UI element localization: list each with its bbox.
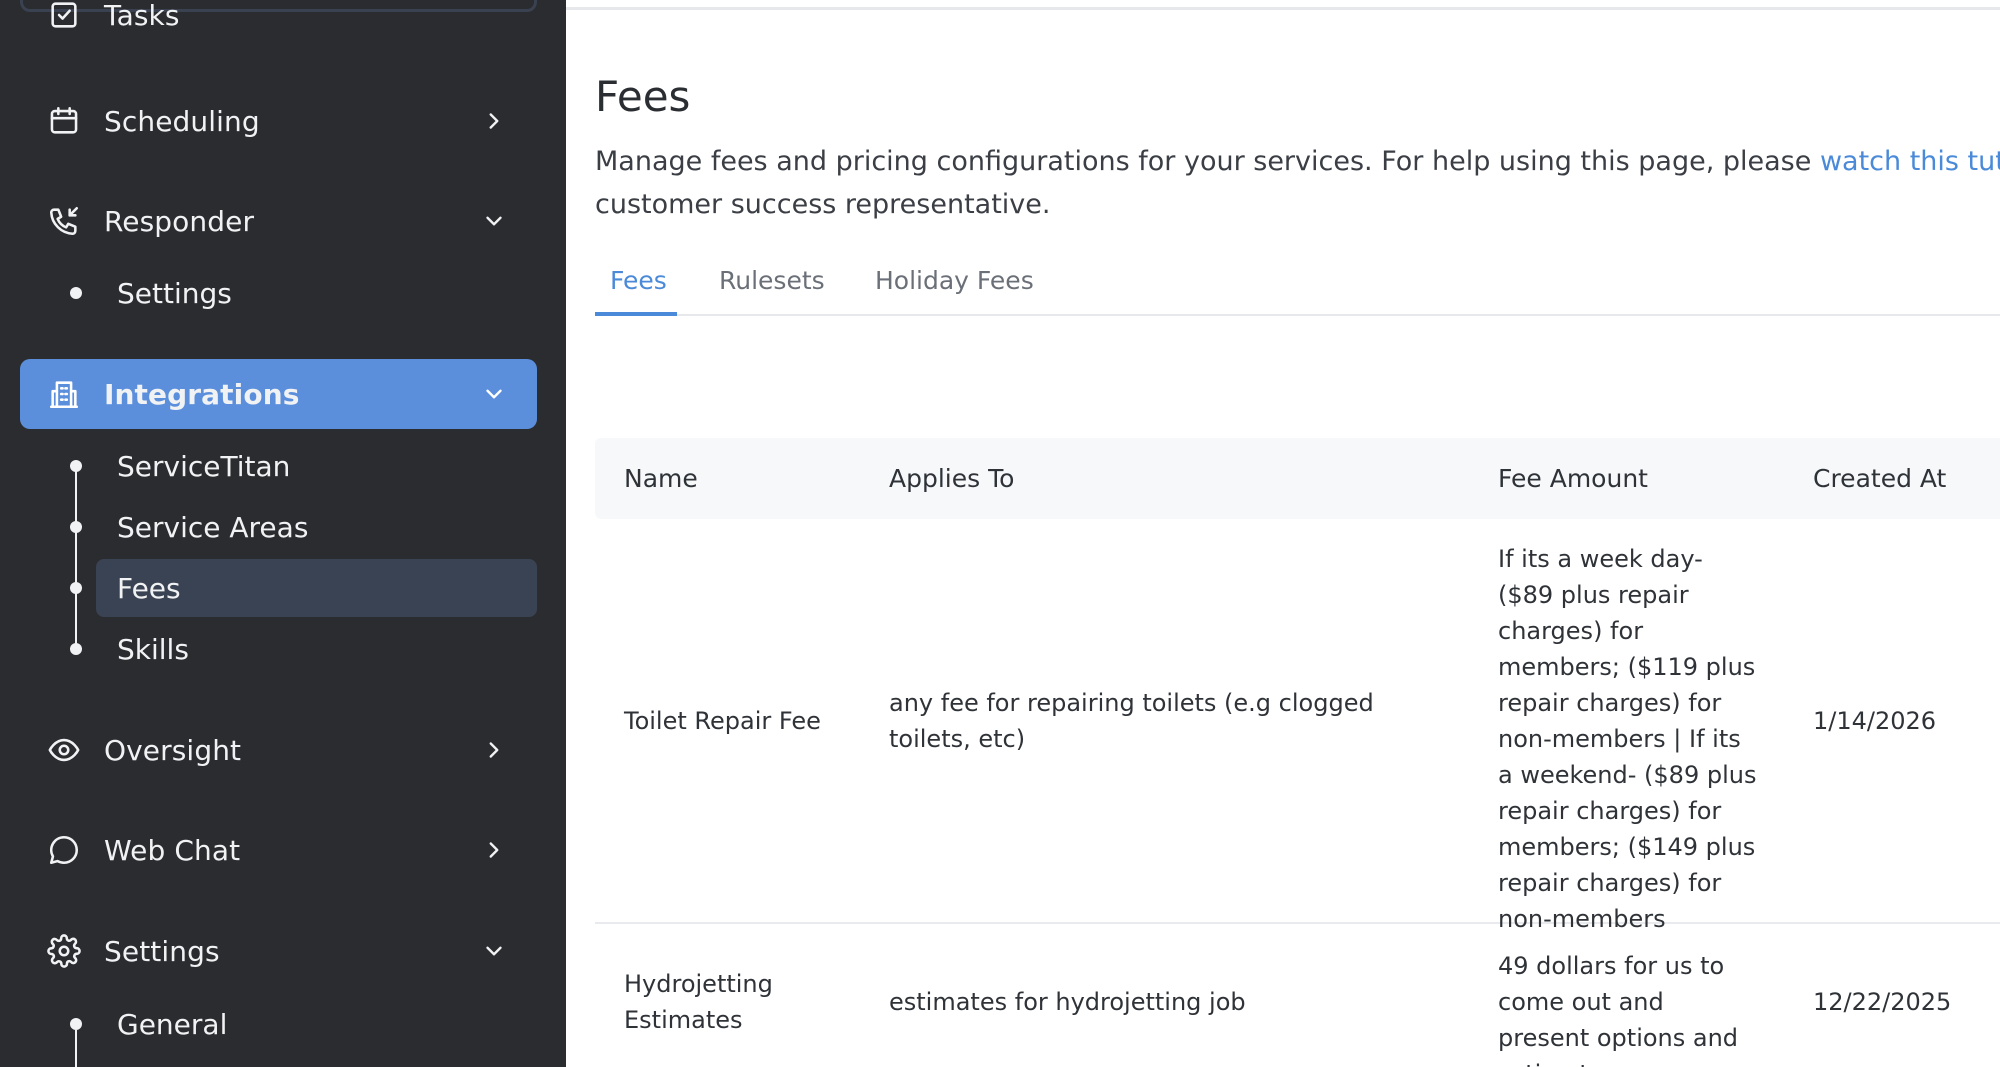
description-text: Manage fees and pricing configurations f… [595,146,1820,177]
cell-fee-amount: If its a week day- ($89 plus repair char… [1498,545,1757,933]
page-description: Manage fees and pricing configurations f… [595,140,2000,183]
sidebar-item-integrations[interactable]: Integrations [20,359,537,429]
sidebar-item-scheduling[interactable]: Scheduling [20,86,537,156]
tab-bar: Fees Rulesets Holiday Fees [595,258,2000,316]
main-content: Fees Manage fees and pricing configurati… [566,0,2000,1067]
tab-label: Rulesets [719,266,825,295]
sidebar-item-label: Tasks [104,0,180,32]
chevron-down-icon [481,381,507,407]
sidebar-subitem-label: General [117,1007,228,1041]
sidebar-subitem-service-areas[interactable]: Service Areas [96,498,537,556]
eye-icon [46,732,82,768]
cell-fee-amount: 49 dollars for us to come out and presen… [1498,952,1739,1067]
sub-item-bullet [70,582,82,594]
chat-bubble-icon [46,832,82,868]
sidebar-item-label: Web Chat [104,833,241,867]
cell-applies-to: any fee for repairing toilets (e.g clogg… [889,689,1374,753]
table-row[interactable]: Toilet Repair Fee any fee for repairing … [595,519,2000,933]
cell-created-at: 12/22/2025 [1813,988,1952,1016]
chevron-down-icon [481,938,507,964]
page-title: Fees [595,72,691,121]
sidebar-item-responder[interactable]: Responder [20,186,537,256]
table-row[interactable]: Hydrojetting Estimates estimates for hyd… [595,924,2000,1067]
sidebar: Tasks Scheduling Responder Settings Inte… [0,0,566,1067]
sidebar-item-label: Oversight [104,733,242,767]
app-window: Tasks Scheduling Responder Settings Inte… [0,0,2000,1067]
sidebar-item-settings[interactable]: Settings [20,916,537,986]
sidebar-subitem-skills[interactable]: Skills [96,620,537,678]
cell-name: Hydrojetting Estimates [624,970,773,1034]
gear-icon [46,933,82,969]
sidebar-subitem-label: Service Areas [117,510,309,544]
phone-incoming-icon [46,203,82,239]
active-tab-indicator [595,312,677,316]
sub-item-tree-line [75,471,77,651]
sidebar-item-oversight[interactable]: Oversight [20,715,537,785]
chevron-right-icon [481,737,507,763]
cell-name: Toilet Repair Fee [624,707,821,735]
cell-created-at: 1/14/2026 [1813,707,1937,735]
tab-label: Holiday Fees [875,266,1034,295]
sub-item-bullet [70,1018,82,1030]
building-icon [46,376,82,412]
column-header-applies-to[interactable]: Applies To [889,464,1014,493]
sub-item-bullet [70,460,82,472]
tutorial-link[interactable]: watch this tutorial [1820,146,2000,177]
sidebar-subitem-general[interactable]: General [96,995,537,1053]
column-header-name[interactable]: Name [624,464,698,493]
sidebar-item-label: Integrations [104,377,300,411]
chevron-down-icon [481,208,507,234]
sidebar-subitem-label: Fees [117,571,181,605]
sidebar-subitem-label: ServiceTitan [117,449,291,483]
column-header-fee-amount[interactable]: Fee Amount [1498,464,1648,493]
header-divider [566,7,2000,10]
tab-label: Fees [610,266,667,295]
column-header-created-at[interactable]: Created At [1813,464,1946,493]
table-header: Name Applies To Fee Amount Created At [595,438,2000,519]
page-description-line2: customer success representative. [595,189,1051,220]
calendar-icon [46,103,82,139]
sidebar-item-label: Settings [104,934,220,968]
tab-holiday-fees[interactable]: Holiday Fees [875,266,1034,295]
sidebar-subitem-servicetitan[interactable]: ServiceTitan [96,437,537,495]
sidebar-subitem-fees[interactable]: Fees [96,559,537,617]
sidebar-subitem-label: Skills [117,632,189,666]
sidebar-item-label: Responder [104,204,255,238]
chevron-right-icon [481,108,507,134]
tab-fees[interactable]: Fees [610,266,667,295]
sidebar-item-web-chat[interactable]: Web Chat [20,815,537,885]
cell-applies-to: estimates for hydrojetting job [889,988,1246,1016]
sub-item-bullet [70,521,82,533]
chevron-right-icon [481,837,507,863]
tab-rulesets[interactable]: Rulesets [719,266,825,295]
sidebar-item-tasks[interactable]: Tasks [20,0,537,50]
sidebar-subitem-responder-settings[interactable]: Settings [96,264,537,322]
sub-item-bullet [70,643,82,655]
sidebar-subitem-label: Settings [117,276,232,310]
checkbox-icon [46,0,82,33]
sub-item-bullet [70,287,82,299]
sidebar-item-label: Scheduling [104,104,260,138]
sub-item-tree-line [75,1030,77,1067]
